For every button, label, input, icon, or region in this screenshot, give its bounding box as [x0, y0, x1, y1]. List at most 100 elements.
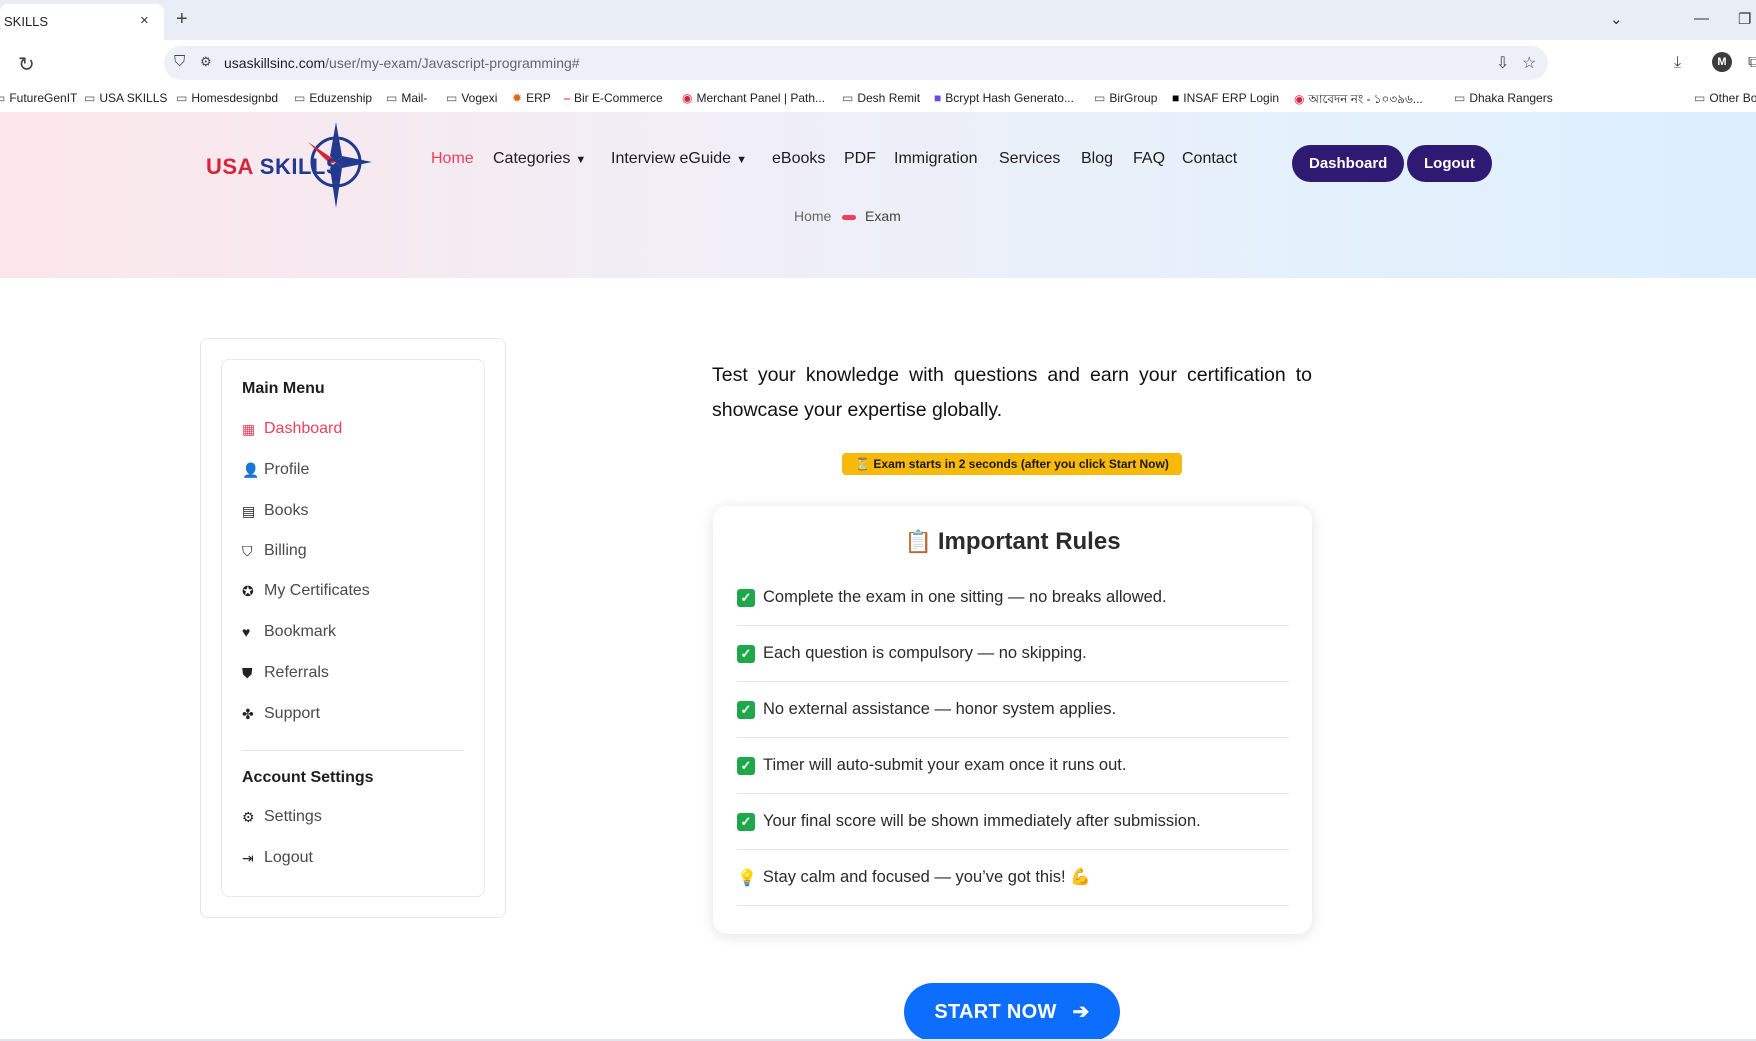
- bookmark-item[interactable]: ▭ USA SKILLS: [84, 91, 167, 105]
- folder-icon: ▭: [294, 91, 306, 105]
- rule-text: Each question is compulsory — no skippin…: [763, 644, 1087, 662]
- sidebar-item-label: Bookmark: [264, 623, 337, 640]
- bookmark-label: আবেদন নং - ১০৩৯৬...: [1308, 92, 1423, 106]
- sidebar-divider: [242, 750, 464, 751]
- profile-avatar[interactable]: M: [1712, 52, 1732, 72]
- bookmark-item[interactable]: ◉ আবেদন নং - ১০৩৯৬...: [1294, 91, 1423, 111]
- bookmark-item[interactable]: ▭ BirGroup: [1094, 91, 1157, 105]
- sidebar-item-dashboard[interactable]: ▦ Dashboard: [242, 420, 342, 438]
- lightbulb-icon: 💡: [737, 869, 757, 887]
- nav-interview-eguide[interactable]: Interview eGuide ▼: [611, 150, 747, 168]
- bookmark-item[interactable]: ▭ Homesdesignbd: [176, 91, 278, 105]
- account-settings-heading: Account Settings: [242, 769, 374, 786]
- bookmark-item[interactable]: ◉ Merchant Panel | Path...: [682, 91, 825, 105]
- tab-list-chevron-icon[interactable]: ⌄: [1610, 10, 1623, 28]
- sidebar-item-billing[interactable]: ⛉ Billing: [242, 542, 307, 560]
- bookmark-item[interactable]: ■ INSAF ERP Login: [1172, 91, 1279, 105]
- rules-heading: 📋 Important Rules: [713, 528, 1312, 556]
- bookmark-label: Dhaka Rangers: [1469, 91, 1553, 105]
- bookmark-item[interactable]: ▭ Desh Remit: [842, 91, 920, 105]
- restore-icon[interactable]: ❐: [1738, 10, 1751, 28]
- bookmark-item[interactable]: ▭ Eduzenship: [294, 91, 372, 105]
- bookmark-item[interactable]: ▭ Other Bo: [1694, 91, 1756, 105]
- nav-immigration[interactable]: Immigration: [894, 150, 978, 168]
- folder-icon: ▭: [842, 91, 854, 105]
- logo-skills: SKILLS: [259, 154, 341, 179]
- start-now-label: START NOW: [934, 1001, 1057, 1023]
- browser-tab[interactable]: SKILLS ×: [0, 4, 164, 40]
- bookmark-star-icon[interactable]: ☆: [1522, 53, 1536, 73]
- chevron-down-icon: ▼: [736, 154, 747, 166]
- sidebar-item-label: Support: [264, 705, 321, 722]
- breadcrumb-separator: [842, 215, 856, 220]
- folder-icon: ▭: [446, 91, 458, 105]
- tune-icon[interactable]: ⚙: [200, 54, 212, 70]
- sidebar-item-referrals[interactable]: ⛊ Referrals: [242, 664, 329, 682]
- nav-pdf[interactable]: PDF: [844, 150, 876, 168]
- dashboard-button[interactable]: Dashboard: [1292, 145, 1405, 182]
- breadcrumb-home[interactable]: Home: [794, 208, 831, 224]
- check-icon: ✓: [737, 588, 755, 607]
- nav-interview-label: Interview eGuide: [611, 150, 732, 167]
- sidebar-item-label: Dashboard: [264, 420, 343, 437]
- bookmark-item[interactable]: ▭ Vogexi: [446, 91, 497, 105]
- bookmark-label: Eduzenship: [309, 91, 373, 105]
- sidebar-item-certificates[interactable]: ✪ My Certificates: [242, 582, 370, 600]
- sidebar-item-books[interactable]: ▤ Books: [242, 502, 308, 520]
- sidebar-item-profile[interactable]: 👤 Profile: [242, 461, 309, 479]
- sidebar-item-settings[interactable]: ⚙ Settings: [242, 808, 322, 826]
- exam-intro-text: Test your knowledge with questions and e…: [712, 364, 1312, 421]
- bookmark-item[interactable]: ■ Bcrypt Hash Generato...: [934, 91, 1074, 105]
- folder-icon: ▭: [1454, 91, 1466, 105]
- sidebar-item-bookmark[interactable]: ♥ Bookmark: [242, 623, 336, 641]
- clipboard-icon: 📋: [904, 529, 932, 554]
- bookmark-label: Other Bo: [1709, 91, 1756, 105]
- sidebar-item-logout[interactable]: ⇥ Logout: [242, 849, 313, 867]
- new-tab-icon[interactable]: +: [176, 8, 188, 31]
- nav-ebooks[interactable]: eBooks: [772, 150, 825, 168]
- gear-icon: ⚙: [242, 808, 255, 825]
- install-app-icon[interactable]: ⇩: [1496, 53, 1509, 73]
- bookmark-item[interactable]: ✹ ERP: [512, 91, 551, 105]
- nav-blog[interactable]: Blog: [1081, 150, 1113, 168]
- chevron-down-icon: ▼: [575, 154, 587, 166]
- insaf-icon: ■: [1172, 91, 1180, 105]
- book-icon: ▤: [242, 502, 256, 519]
- bir-icon: ⎯: [564, 91, 571, 105]
- nav-faq[interactable]: FAQ: [1133, 150, 1165, 168]
- site-info-icon[interactable]: ⛉: [174, 53, 185, 70]
- bookmark-item[interactable]: ▭ Mail-: [386, 91, 427, 105]
- bookmark-label: Mail-: [401, 91, 428, 105]
- sidebar-item-support[interactable]: ✤ Support: [242, 705, 320, 723]
- url-text[interactable]: usaskillsinc.com/user/my-exam/Javascript…: [224, 55, 580, 71]
- bookmark-label: Desh Remit: [857, 91, 921, 105]
- nav-categories-label: Categories: [493, 150, 571, 167]
- sidebar-item-label: My Certificates: [264, 582, 370, 599]
- nav-services[interactable]: Services: [999, 150, 1060, 168]
- bookmark-item[interactable]: ⎯ Bir E-Commerce: [564, 91, 663, 106]
- extensions-icon[interactable]: ⧉: [1748, 54, 1756, 72]
- arrow-right-icon: ➔: [1072, 1001, 1090, 1023]
- site-logo[interactable]: USA SKILLS: [206, 122, 372, 208]
- bookmark-item[interactable]: ▭ Dhaka Rangers: [1454, 91, 1553, 105]
- omnibox[interactable]: ⛉ ⚙ usaskillsinc.com/user/my-exam/Javasc…: [164, 46, 1548, 80]
- nav-home[interactable]: Home: [431, 150, 474, 168]
- pathao-icon: ◉: [682, 91, 693, 105]
- sidebar-item-label: Settings: [264, 808, 322, 825]
- start-now-button[interactable]: START NOW ➔: [904, 983, 1120, 1041]
- nav-categories[interactable]: Categories ▼: [493, 150, 586, 168]
- tab-close-icon[interactable]: ×: [140, 12, 149, 29]
- exam-start-notice: ⏳ Exam starts in 2 seconds (after you cl…: [842, 453, 1182, 475]
- minimize-icon[interactable]: —: [1694, 10, 1709, 27]
- sidebar-item-label: Profile: [264, 461, 310, 478]
- bookmark-label: Merchant Panel | Path...: [696, 91, 826, 105]
- downloads-icon[interactable]: ⤓: [1674, 54, 1681, 72]
- address-toolbar: ↻ ⛉ ⚙ usaskillsinc.com/user/my-exam/Java…: [0, 40, 1756, 88]
- reload-icon[interactable]: ↻: [18, 52, 35, 77]
- bookmark-item[interactable]: ▭ FutureGenIT: [0, 91, 77, 105]
- bookmark-label: Bir E-Commerce: [574, 91, 663, 105]
- nav-contact[interactable]: Contact: [1182, 150, 1237, 168]
- rule-item: ✓ No external assistance — honor system a…: [737, 682, 1289, 738]
- site-header: USA SKILLS Home Categories ▼ Interview eG…: [0, 112, 1756, 278]
- logout-button[interactable]: Logout: [1407, 145, 1492, 182]
